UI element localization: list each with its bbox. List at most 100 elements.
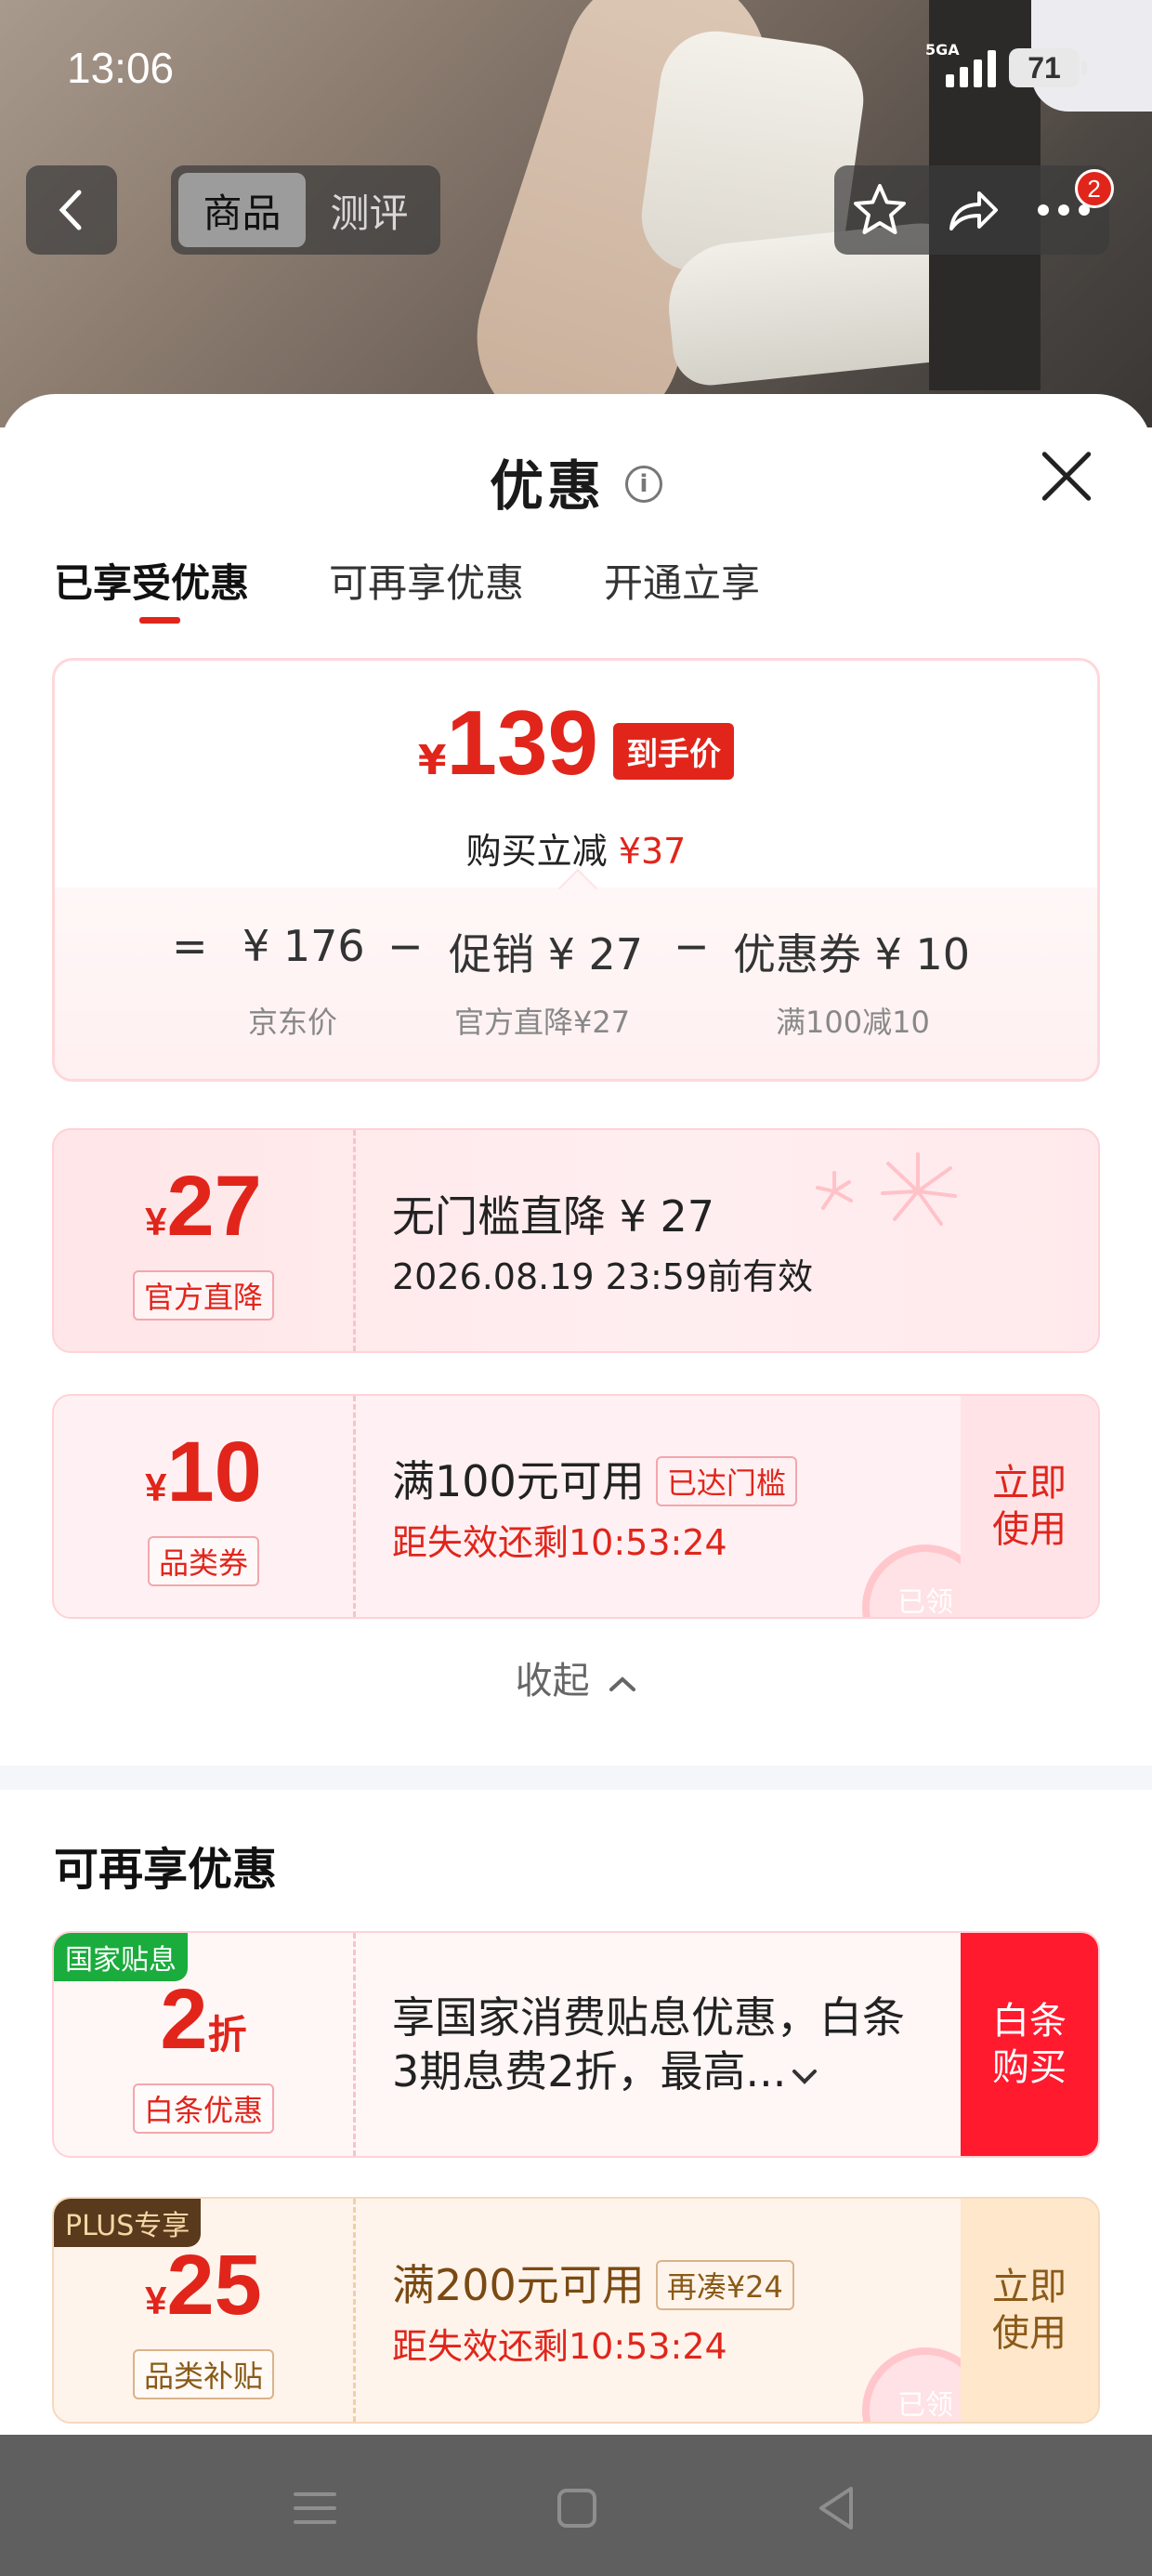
minus-sign: − <box>387 921 424 971</box>
back-triangle-icon[interactable] <box>805 2476 870 2541</box>
close-button[interactable] <box>1039 448 1094 504</box>
offer-amount: ¥25 <box>145 2241 262 2346</box>
breakdown-promo-label: 官方直降¥27 <box>454 1005 631 1040</box>
coupon-divider <box>353 2199 356 2422</box>
tab-activate[interactable]: 开通立享 <box>604 552 760 636</box>
section-separator <box>0 1766 1152 1790</box>
chevron-down-icon[interactable] <box>792 2068 818 2086</box>
coupon-amount-value: 10 <box>166 1424 262 1519</box>
more-needed-badge: 再凑¥24 <box>655 2259 794 2310</box>
product-top-nav: 商品 测评 2 <box>0 165 1152 258</box>
sheet-title-text: 优惠 <box>489 454 605 518</box>
coupon-details: 满100元可用 已达门槛 距失效还剩10:53:24 <box>392 1396 797 1617</box>
menu-icon[interactable] <box>282 2476 347 2541</box>
favorite-button[interactable] <box>843 173 917 247</box>
offer-threshold: 满200元可用 <box>392 2260 645 2311</box>
info-icon[interactable]: i <box>625 465 662 503</box>
offer-national-subsidy: 国家贴息 2折 白条优惠 享国家消费贴息优惠，白条3期息费2折，最高... 白条… <box>52 1931 1100 2158</box>
chevron-left-icon <box>59 190 82 230</box>
baitiao-buy-label: 白条购买 <box>992 2000 1067 2089</box>
offer-amount: 2折 <box>160 1975 246 2080</box>
use-now-button[interactable]: 立即使用 <box>961 2199 1098 2422</box>
breakdown-jd-price-label: 京东价 <box>248 1005 338 1040</box>
tab-enjoyed[interactable]: 已享受优惠 <box>54 552 249 636</box>
offer-description-text: 享国家消费贴息优惠，白条3期息费2折，最高... <box>392 1992 905 2096</box>
coupon-details: 无门槛直降 ¥ 27 2026.08.19 23:59前有效 <box>392 1130 813 1351</box>
offer-type-label: 白条优惠 <box>132 2083 274 2134</box>
top-actions: 2 <box>834 165 1114 255</box>
coupon-divider <box>353 1130 356 1351</box>
breakdown-promo: 促销 ¥ 27 <box>449 929 644 979</box>
use-now-label: 立即使用 <box>992 1462 1067 1551</box>
currency-symbol: ¥ <box>145 1465 167 1509</box>
more-button[interactable]: 2 <box>1027 169 1114 247</box>
offer-type-label: 品类补贴 <box>132 2348 274 2399</box>
offer-amount-area: ¥25 品类补贴 <box>54 2199 353 2422</box>
offer-amount-area: 2折 白条优惠 <box>54 1933 353 2156</box>
offer-details: 享国家消费贴息优惠，白条3期息费2折，最高... <box>392 1933 912 2156</box>
firework-decoration-icon <box>816 1152 957 1226</box>
tab-product[interactable]: 商品 <box>178 173 306 247</box>
back-button[interactable] <box>26 165 117 255</box>
notification-badge: 2 <box>1074 169 1114 208</box>
discount-tabs: 已享受优惠 可再享优惠 开通立享 <box>54 552 760 636</box>
offer-plus-subsidy: PLUS专享 ¥25 品类补贴 满200元可用 再凑¥24 距失效还剩10:53:… <box>52 2197 1100 2424</box>
currency-symbol: ¥ <box>417 737 447 784</box>
coupon-amount: ¥27 <box>145 1162 262 1267</box>
save-amount: ¥37 <box>618 831 687 872</box>
discount-sheet: 优惠 i 已享受优惠 可再享优惠 开通立享 ¥139 到手价 购买立减 ¥37 = … <box>0 394 1152 2435</box>
coupon-amount-area: ¥27 官方直降 <box>54 1130 353 1351</box>
minus-sign: − <box>674 921 710 971</box>
final-price-tag: 到手价 <box>613 723 735 780</box>
coupon-type-label: 品类券 <box>147 1535 259 1586</box>
coupon-threshold: 满100元可用 <box>392 1456 645 1507</box>
coupon-divider <box>353 1933 356 2156</box>
offer-amount-value: 2 <box>160 1971 208 2067</box>
status-bar: 13:06 5GA 71 <box>0 0 1152 139</box>
coupon-type-label: 官方直降 <box>132 1269 274 1321</box>
coupon-category: ¥10 品类券 满100元可用 已达门槛 距失效还剩10:53:24 已领 立即使… <box>52 1394 1100 1619</box>
use-now-button[interactable]: 立即使用 <box>961 1396 1098 1617</box>
final-price: 139 <box>446 691 599 794</box>
sheet-title: 优惠 i <box>0 442 1152 520</box>
coupon-title: 无门槛直降 ¥ 27 <box>392 1190 715 1242</box>
baitiao-buy-button[interactable]: 白条购买 <box>961 1933 1098 2156</box>
threshold-met-badge: 已达门槛 <box>655 1455 797 1506</box>
price-breakdown: = ¥ 176 − 促销 ¥ 27 − 优惠券 ¥ 10 京东价 官方直降¥27… <box>55 887 1097 1079</box>
final-price-row: ¥139 到手价 <box>55 690 1097 798</box>
tab-review[interactable]: 测评 <box>306 173 433 247</box>
coupon-official-discount[interactable]: ¥27 官方直降 无门槛直降 ¥ 27 2026.08.19 23:59前有效 <box>52 1128 1100 1353</box>
share-button[interactable] <box>935 173 1009 247</box>
collapse-button[interactable]: 收起 <box>0 1650 1152 1704</box>
home-icon[interactable] <box>544 2476 609 2541</box>
equals-sign: = <box>172 921 208 971</box>
price-summary-card: ¥139 到手价 购买立减 ¥37 = ¥ 176 − 促销 ¥ 27 − 优惠券… <box>52 658 1100 1082</box>
more-offers-title: 可再享优惠 <box>54 1844 278 1896</box>
system-nav-bar <box>0 2435 1152 2576</box>
tab-more-available[interactable]: 可再享优惠 <box>329 552 524 636</box>
chevron-up-icon <box>609 1676 636 1691</box>
save-line: 购买立减 ¥37 <box>55 822 1097 874</box>
offer-details: 满200元可用 再凑¥24 距失效还剩10:53:24 <box>392 2199 794 2422</box>
offer-amount-value: 25 <box>166 2237 262 2333</box>
coupon-countdown: 距失效还剩10:53:24 <box>392 1521 727 1563</box>
coupon-divider <box>353 1396 356 1617</box>
breakdown-jd-price: ¥ 176 <box>242 921 365 971</box>
offer-title: 满200元可用 再凑¥24 <box>392 2252 794 2314</box>
offer-amount-unit: 折 <box>207 2012 247 2057</box>
currency-symbol: ¥ <box>145 1199 167 1243</box>
use-now-label: 立即使用 <box>992 2266 1067 2355</box>
offer-countdown: 距失效还剩10:53:24 <box>392 2325 727 2367</box>
save-prefix: 购买立减 <box>465 831 608 872</box>
coupon-validity: 2026.08.19 23:59前有效 <box>392 1255 814 1297</box>
breakdown-coupon: 优惠券 ¥ 10 <box>733 929 971 979</box>
coupon-amount-value: 27 <box>166 1158 262 1254</box>
star-icon <box>854 184 907 234</box>
offer-description: 享国家消费贴息优惠，白条3期息费2折，最高... <box>392 1991 912 2098</box>
share-icon <box>949 191 998 230</box>
coupon-amount: ¥10 <box>145 1427 262 1532</box>
collapse-label: 收起 <box>515 1660 590 1702</box>
coupon-title: 满100元可用 已达门槛 <box>392 1448 797 1510</box>
coupon-amount-area: ¥10 品类券 <box>54 1396 353 1617</box>
product-tab-switcher: 商品 测评 <box>171 165 440 255</box>
